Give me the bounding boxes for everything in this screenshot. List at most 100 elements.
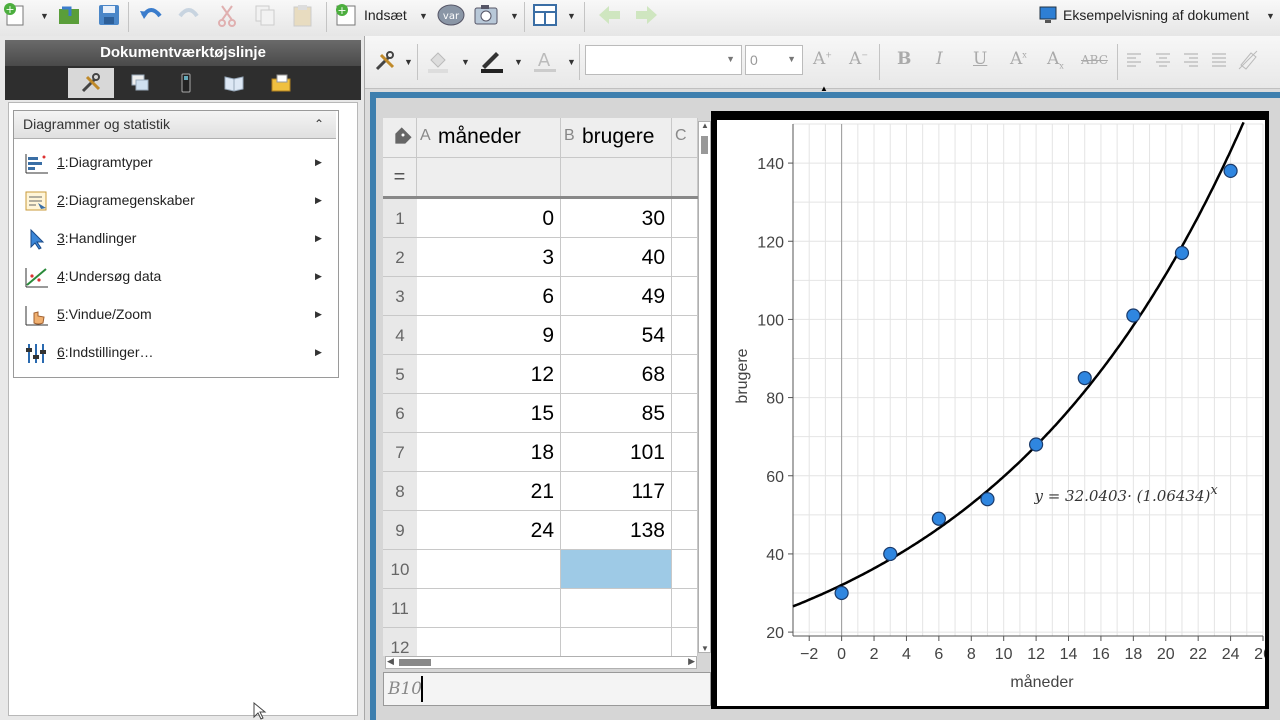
justify-icon[interactable] xyxy=(1210,51,1228,69)
table-cell[interactable]: 49 xyxy=(561,277,672,316)
new-document-icon[interactable]: + xyxy=(2,2,28,28)
menu-item-chart-properties[interactable]: 2:Diagramegenskaber ▶ xyxy=(20,182,330,218)
table-cell[interactable]: 3 xyxy=(417,238,561,277)
table-cell[interactable]: 24 xyxy=(417,511,561,550)
row-number[interactable]: 1 xyxy=(383,199,417,238)
table-cell[interactable] xyxy=(672,511,698,550)
new-dropdown-icon[interactable]: ▼ xyxy=(40,11,49,21)
italic-icon[interactable]: I xyxy=(936,49,943,69)
bold-icon[interactable]: B xyxy=(897,49,911,69)
text-color-icon[interactable]: A xyxy=(531,48,557,74)
line-dropdown-icon[interactable]: ▼ xyxy=(514,57,523,67)
camera-dropdown-icon[interactable]: ▼ xyxy=(510,11,519,21)
column-header-c[interactable]: C xyxy=(672,118,698,158)
table-cell[interactable]: 54 xyxy=(561,316,672,355)
menu-item-analyze-data[interactable]: 4:Undersøg data ▶ xyxy=(20,258,330,294)
statistics-menu-header[interactable]: Diagrammer og statistik ⌃ xyxy=(14,111,336,139)
table-cell[interactable] xyxy=(561,550,672,589)
insert-dropdown-icon[interactable]: ▼ xyxy=(419,11,428,21)
clear-format-icon[interactable] xyxy=(1237,49,1259,71)
paste-icon[interactable] xyxy=(290,2,316,28)
table-cell[interactable]: 6 xyxy=(417,277,561,316)
table-cell[interactable] xyxy=(672,199,698,238)
increase-font-icon[interactable]: A+ xyxy=(813,49,832,69)
align-left-icon[interactable] xyxy=(1125,51,1143,69)
formula-cell-b[interactable] xyxy=(561,158,672,196)
table-cell[interactable] xyxy=(672,550,698,589)
menu-item-window-zoom[interactable]: 5:Vindue/Zoom ▶ xyxy=(20,296,330,332)
next-page-icon[interactable] xyxy=(634,2,660,28)
copy-icon[interactable] xyxy=(252,2,278,28)
row-number[interactable]: 3 xyxy=(383,277,417,316)
menu-item-settings[interactable]: 6:Indstillinger… ▶ xyxy=(20,334,330,370)
table-cell[interactable]: 15 xyxy=(417,394,561,433)
strikethrough-icon[interactable]: ABC xyxy=(1081,53,1108,67)
table-cell[interactable] xyxy=(417,628,561,656)
column-header-a[interactable]: A måneder xyxy=(417,118,561,158)
cut-icon[interactable] xyxy=(214,2,240,28)
table-cell[interactable] xyxy=(672,433,698,472)
horizontal-scrollbar[interactable]: ◀ ▶ xyxy=(385,656,697,669)
table-cell[interactable] xyxy=(672,394,698,433)
page-layout-icon[interactable] xyxy=(532,2,558,28)
font-family-select[interactable]: ▼ xyxy=(585,45,742,75)
scroll-down-icon[interactable]: ▼ xyxy=(701,644,709,653)
row-number[interactable]: 7 xyxy=(383,433,417,472)
table-cell[interactable] xyxy=(672,316,698,355)
table-cell[interactable]: 40 xyxy=(561,238,672,277)
table-cell[interactable] xyxy=(417,589,561,628)
row-number[interactable]: 11 xyxy=(383,589,417,628)
text-color-dropdown-icon[interactable]: ▼ xyxy=(567,57,576,67)
table-cell[interactable]: 117 xyxy=(561,472,672,511)
row-number[interactable]: 4 xyxy=(383,316,417,355)
page-sorter-tab-icon[interactable] xyxy=(117,68,163,98)
font-family-dropdown-icon[interactable]: ▼ xyxy=(726,54,735,64)
previous-page-icon[interactable] xyxy=(596,2,622,28)
table-cell[interactable]: 68 xyxy=(561,355,672,394)
redo-icon[interactable] xyxy=(176,2,202,28)
table-cell[interactable]: 21 xyxy=(417,472,561,511)
scroll-up-icon[interactable]: ▲ xyxy=(701,121,709,130)
spreadsheet[interactable]: A måneder B brugere C = 1 0 30 2 3 40 3 6 49 4 9 54… xyxy=(383,118,698,656)
handheld-tab-icon[interactable] xyxy=(163,68,209,98)
table-cell[interactable] xyxy=(672,277,698,316)
menu-item-actions[interactable]: 3:Handlinger ▶ xyxy=(20,220,330,256)
collapse-icon[interactable]: ⌃ xyxy=(314,111,324,138)
tools-dropdown-icon[interactable]: ▼ xyxy=(404,57,413,67)
table-cell[interactable] xyxy=(672,472,698,511)
tools-tab-icon[interactable] xyxy=(68,68,114,98)
insert-icon[interactable]: + xyxy=(333,2,359,28)
table-cell[interactable]: 12 xyxy=(417,355,561,394)
variable-icon[interactable]: var xyxy=(436,2,466,28)
row-number[interactable]: 10 xyxy=(383,550,417,589)
tools-menu-icon[interactable] xyxy=(373,49,399,73)
document-preview-button[interactable]: Eksempelvisning af dokument xyxy=(1063,7,1249,23)
formula-cell-c[interactable] xyxy=(672,158,698,196)
open-document-icon[interactable] xyxy=(56,2,82,28)
library-tab-icon[interactable] xyxy=(211,68,257,98)
column-header-b[interactable]: B brugere xyxy=(561,118,672,158)
layout-dropdown-icon[interactable]: ▼ xyxy=(567,11,576,21)
table-cell[interactable] xyxy=(561,589,672,628)
table-cell[interactable]: 85 xyxy=(561,394,672,433)
table-cell[interactable]: 9 xyxy=(417,316,561,355)
insert-menu-button[interactable]: Indsæt xyxy=(364,7,407,23)
tag-icon[interactable] xyxy=(383,118,417,158)
row-number[interactable]: 12 xyxy=(383,628,417,656)
table-cell[interactable] xyxy=(561,628,672,656)
row-number[interactable]: 9 xyxy=(383,511,417,550)
undo-icon[interactable] xyxy=(138,2,164,28)
save-icon[interactable] xyxy=(96,2,122,28)
row-number[interactable]: 5 xyxy=(383,355,417,394)
align-center-icon[interactable] xyxy=(1154,51,1172,69)
decrease-font-icon[interactable]: A− xyxy=(849,49,868,69)
menu-item-chart-types[interactable]: 1:Diagramtyper ▶ xyxy=(20,144,330,180)
row-number[interactable]: 2 xyxy=(383,238,417,277)
row-number[interactable]: 6 xyxy=(383,394,417,433)
table-cell[interactable]: 18 xyxy=(417,433,561,472)
scroll-left-icon[interactable]: ◀ xyxy=(387,656,394,667)
table-cell[interactable] xyxy=(672,628,698,656)
table-cell[interactable] xyxy=(672,589,698,628)
table-cell[interactable]: 138 xyxy=(561,511,672,550)
camera-icon[interactable] xyxy=(473,2,499,28)
